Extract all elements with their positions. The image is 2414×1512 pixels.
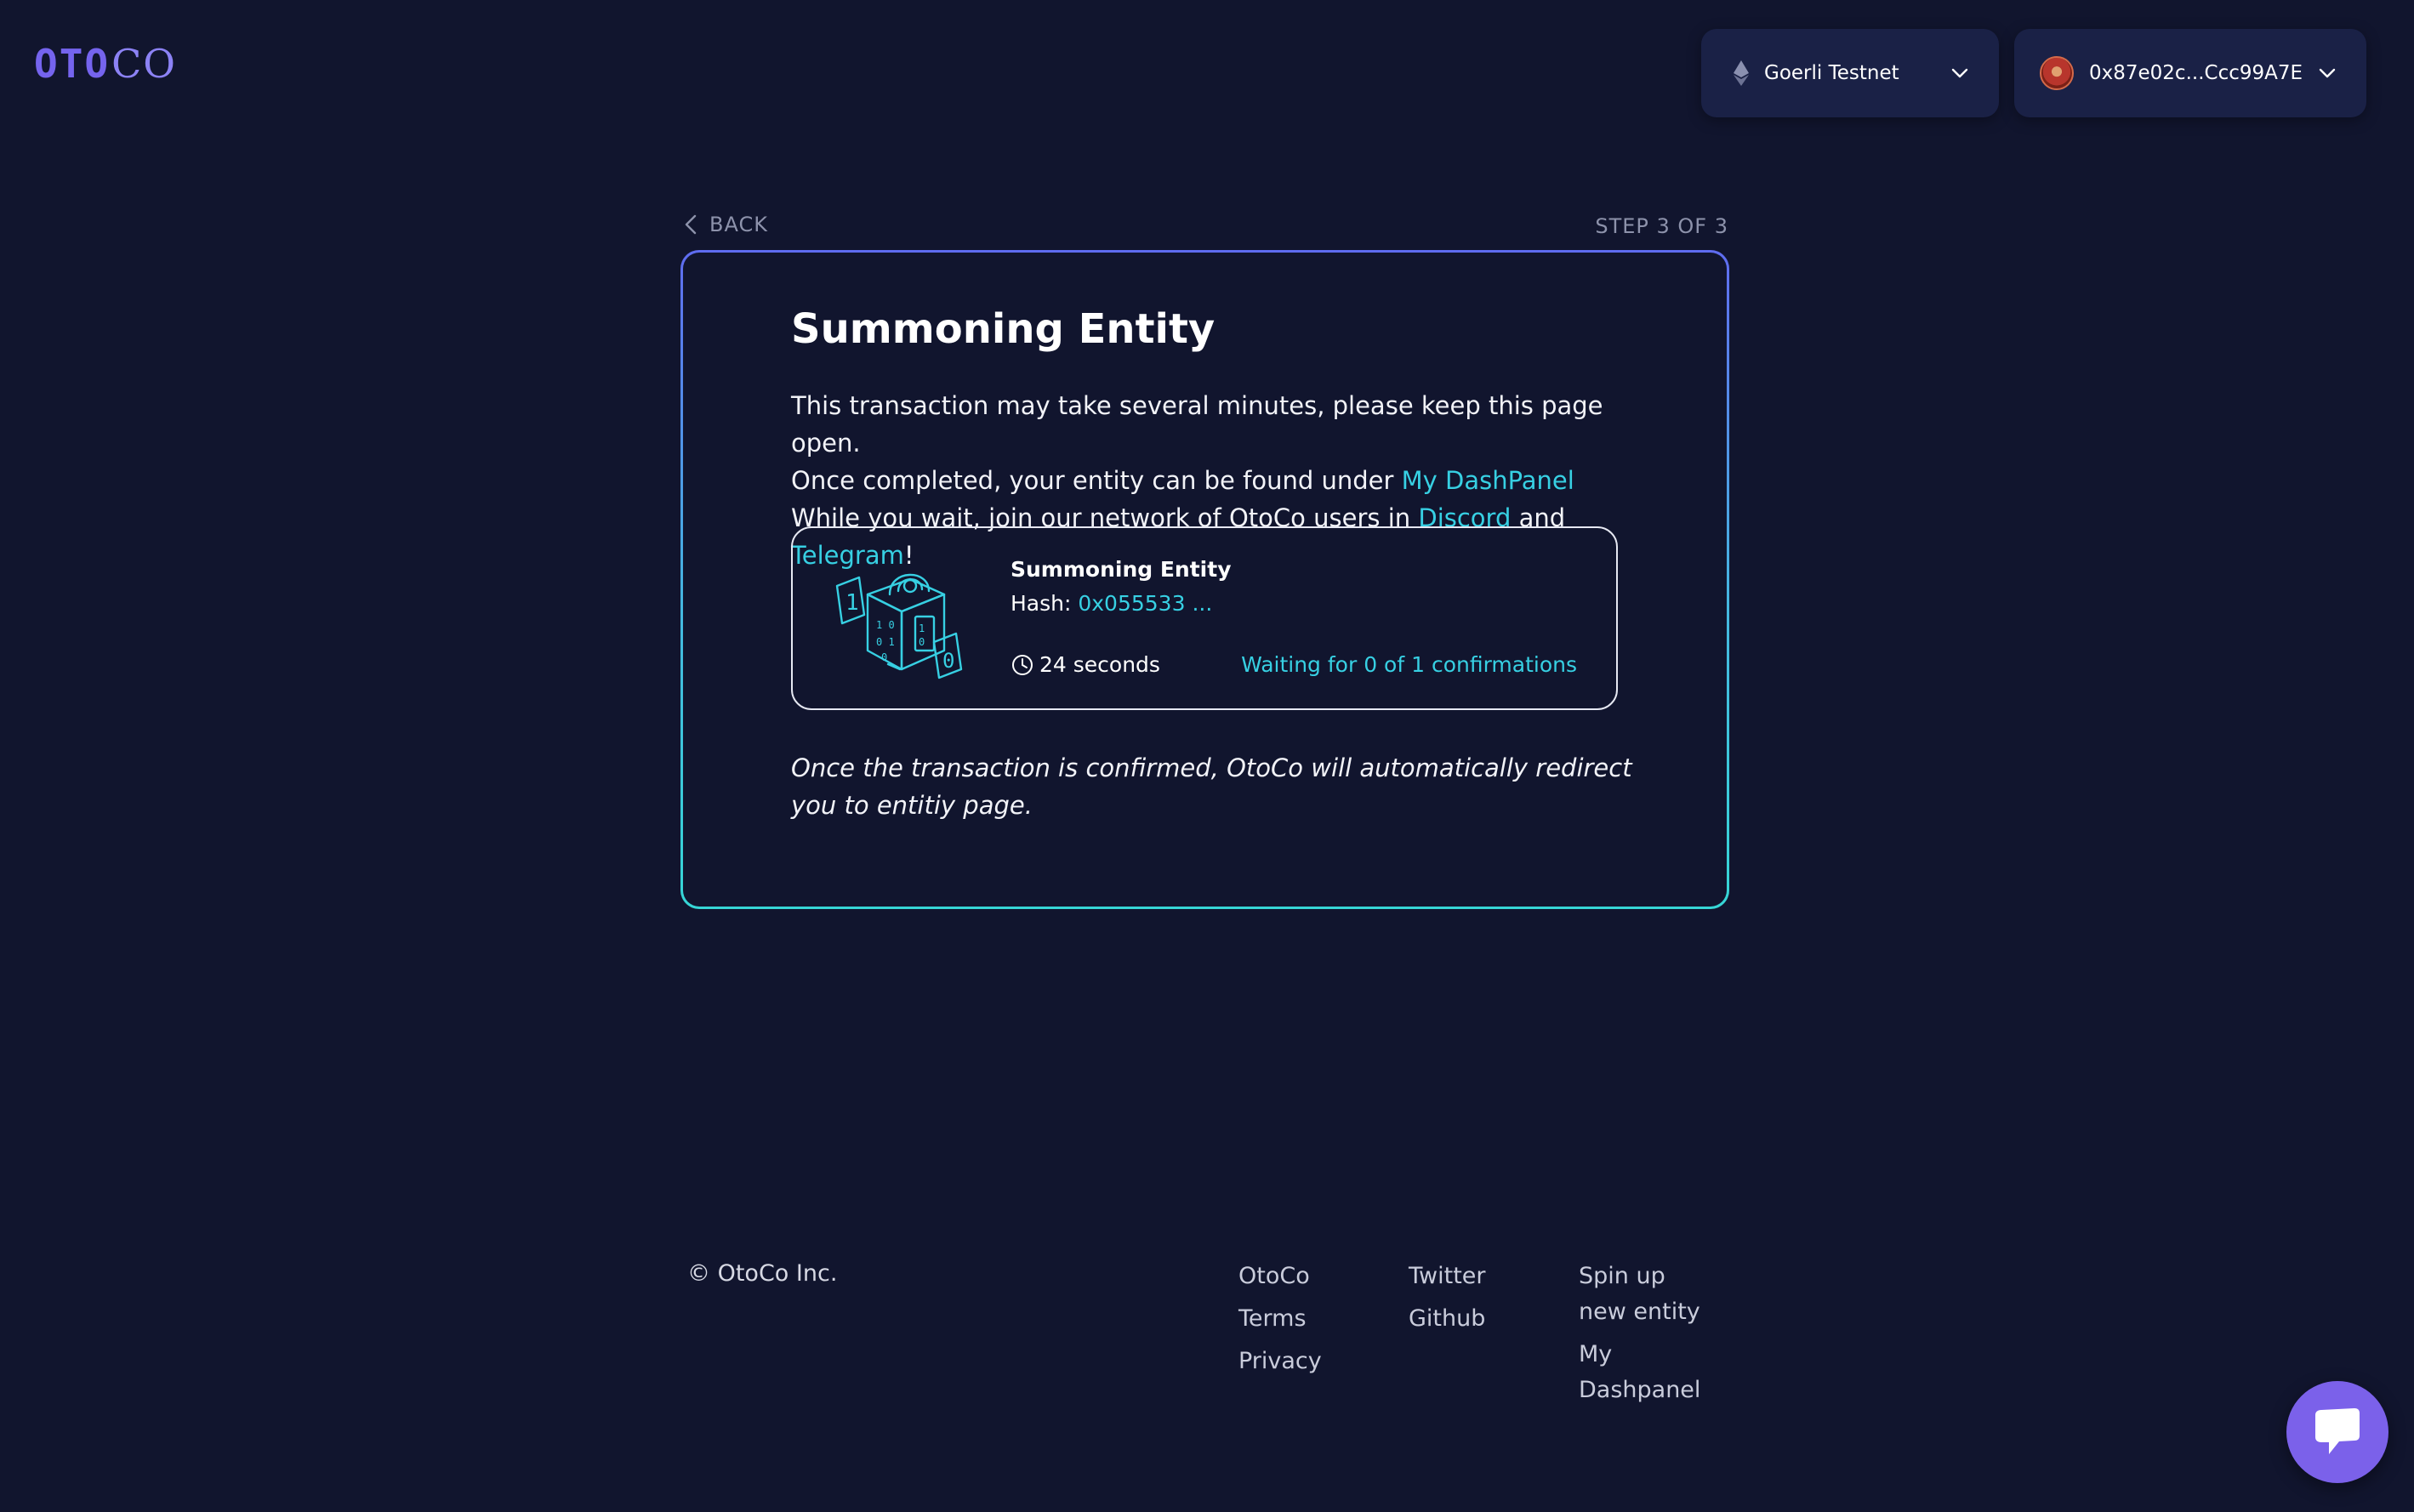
- confirmation-status: Waiting for 0 of 1 confirmations: [1241, 652, 1577, 677]
- footer-column-2: Twitter Github: [1409, 1259, 1486, 1344]
- chat-button[interactable]: [2286, 1381, 2388, 1483]
- wallet-selector[interactable]: 0x87e02c...Ccc99A7E: [2014, 29, 2366, 117]
- logo-text-left: OTO: [34, 41, 111, 87]
- summoning-card: Summoning Entity This transaction may ta…: [680, 250, 1729, 909]
- otoco-logo[interactable]: OTO CO: [34, 41, 177, 87]
- elapsed-time: 24 seconds: [1011, 652, 1160, 677]
- footer-column-3: Spin up new entity My Dashpanel: [1579, 1259, 1715, 1415]
- svg-text:0: 0: [881, 651, 887, 663]
- page: OTO CO Goerli Testnet 0x87e02c...Ccc99A7E…: [0, 0, 2414, 1512]
- hash-link[interactable]: 0x055533 ...: [1078, 591, 1212, 616]
- network-selector[interactable]: Goerli Testnet: [1701, 29, 1999, 117]
- chevron-down-icon: [1951, 68, 1968, 78]
- wallet-avatar: [2040, 56, 2074, 90]
- transaction-hash: Hash: 0x055533 ...: [1011, 591, 1212, 616]
- transaction-status-box: 1 1 0 0 1 0 1 0 0 Summoning Entity Hash:…: [791, 526, 1618, 710]
- logo-text-right: CO: [111, 41, 178, 87]
- transaction-title: Summoning Entity: [1011, 557, 1232, 582]
- elapsed-time-text: 24 seconds: [1039, 652, 1160, 677]
- wallet-address: 0x87e02c...Ccc99A7E: [2089, 62, 2303, 84]
- dashpanel-link[interactable]: My DashPanel: [1402, 466, 1574, 495]
- card-title: Summoning Entity: [791, 305, 1216, 353]
- step-indicator: STEP 3 OF 3: [1595, 214, 1728, 238]
- back-button[interactable]: BACK: [684, 213, 768, 236]
- summoning-card-content: Summoning Entity This transaction may ta…: [683, 253, 1727, 907]
- chevron-left-icon: [685, 214, 697, 235]
- footer-link-privacy[interactable]: Privacy: [1238, 1344, 1322, 1379]
- svg-text:0 1: 0 1: [876, 636, 895, 648]
- ethereum-icon: [1734, 60, 1749, 86]
- footer-link-spin-up[interactable]: Spin up new entity: [1579, 1259, 1715, 1330]
- svg-text:1: 1: [845, 590, 859, 616]
- description-line-1: This transaction may take several minute…: [791, 391, 1603, 458]
- svg-text:1: 1: [919, 622, 925, 634]
- svg-text:0: 0: [942, 649, 954, 673]
- chevron-down-icon: [2319, 68, 2336, 78]
- description-line-2: Once completed, your entity can be found…: [791, 462, 1642, 499]
- description-line-2-text: Once completed, your entity can be found…: [791, 466, 1402, 495]
- footer-copyright: © OtoCo Inc.: [687, 1260, 838, 1287]
- back-label: BACK: [709, 213, 768, 236]
- hash-label: Hash:: [1011, 591, 1079, 616]
- footer-link-twitter[interactable]: Twitter: [1409, 1259, 1486, 1294]
- footer-column-1: OtoCo Terms Privacy: [1238, 1259, 1322, 1386]
- chat-bubble-icon: [2315, 1408, 2360, 1454]
- svg-text:0: 0: [919, 636, 925, 648]
- clock-icon: [1012, 654, 1033, 675]
- redirect-note: Once the transaction is confirmed, OtoCo…: [791, 753, 1632, 820]
- footer-link-github[interactable]: Github: [1409, 1301, 1486, 1337]
- footer-link-otoco[interactable]: OtoCo: [1238, 1259, 1322, 1294]
- footer-link-dashpanel[interactable]: My Dashpanel: [1579, 1337, 1715, 1408]
- network-name: Goerli Testnet: [1764, 62, 1899, 84]
- footer-link-terms[interactable]: Terms: [1238, 1301, 1322, 1337]
- entity-cube-icon: 1 1 0 0 1 0 1 0 0: [835, 573, 963, 679]
- svg-text:1 0: 1 0: [876, 619, 895, 631]
